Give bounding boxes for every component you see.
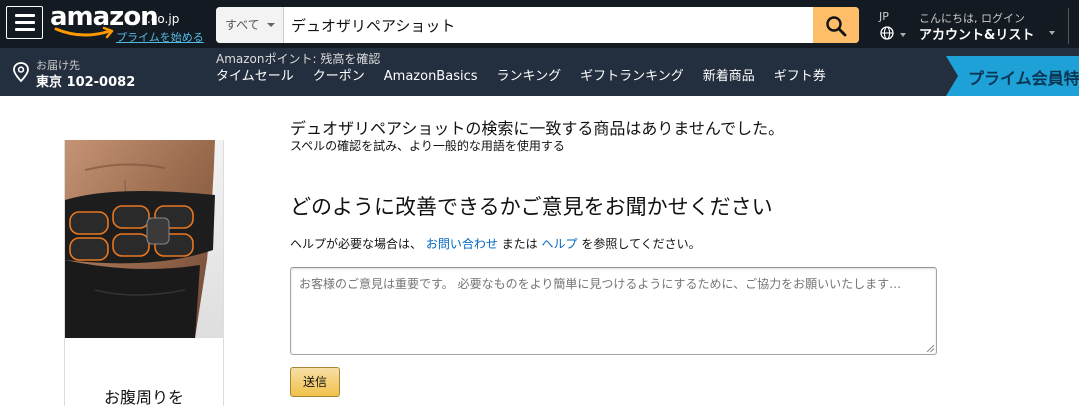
- account-lists-label: アカウント&リスト: [919, 28, 1035, 43]
- no-results-hint: スペルの確認を試み、より一般的な用語を使用する: [290, 139, 565, 153]
- logo-tld: .co.jp: [147, 12, 180, 26]
- caret-down-icon: [900, 33, 906, 37]
- search-icon: [826, 16, 847, 37]
- feedback-textarea[interactable]: [290, 267, 937, 355]
- subnav-link-amazonbasics[interactable]: AmazonBasics: [384, 68, 478, 88]
- help-link[interactable]: ヘルプ: [542, 237, 578, 251]
- feedback-heading: どのように改善できるかご意見をお聞かせください: [290, 195, 773, 219]
- language-selector[interactable]: JP: [878, 10, 914, 42]
- department-label: すべて: [225, 18, 260, 32]
- help-text-middle: または: [497, 237, 542, 251]
- no-results-message: デュオザリペアショットの検索に一致する商品はありませんでした。: [290, 119, 785, 138]
- ems-belt-product-image: [65, 140, 223, 338]
- resize-grip-icon[interactable]: [925, 343, 935, 353]
- submit-feedback-button[interactable]: 送信: [290, 367, 340, 397]
- help-text-prefix: ヘルプが必要な場合は、: [290, 237, 423, 251]
- search-bar: すべて: [216, 7, 859, 43]
- subnav-link-ranking[interactable]: ランキング: [497, 68, 562, 88]
- nav-top-bar: amazon .co.jp プライムを始める すべて JP こんに: [0, 0, 1079, 48]
- amazon-logo[interactable]: amazon .co.jp プライムを始める: [50, 2, 210, 46]
- caret-down-icon: [267, 23, 275, 27]
- delivery-location[interactable]: お届け先 東京 102-0082: [12, 57, 192, 91]
- deliver-to-location: 東京 102-0082: [36, 75, 136, 90]
- menu-icon-bar: [15, 28, 35, 31]
- subnav-link-gift-card[interactable]: ギフト券: [774, 68, 826, 88]
- hamburger-menu-button[interactable]: [6, 6, 43, 39]
- amazon-points-link[interactable]: Amazonポイント: 残高を確認: [216, 50, 380, 67]
- product-caption[interactable]: お腹周りを: [65, 384, 223, 406]
- search-button[interactable]: [813, 7, 859, 43]
- prime-banner[interactable]: プライム会員特: [946, 56, 1079, 96]
- smile-arrow-icon: [54, 26, 114, 39]
- prime-banner-text: プライム会員特: [968, 69, 1079, 88]
- globe-icon: [880, 26, 894, 40]
- subnav-link-new-arrivals[interactable]: 新着商品: [703, 68, 755, 88]
- menu-icon-bar: [15, 21, 35, 24]
- nav-divider: [1068, 8, 1079, 44]
- language-code: JP: [879, 10, 889, 23]
- location-pin-icon: [13, 62, 29, 82]
- search-input[interactable]: [284, 7, 813, 43]
- subnav-link-gift-ranking[interactable]: ギフトランキング: [580, 68, 684, 88]
- search-department-select[interactable]: すべて: [216, 7, 284, 43]
- account-menu[interactable]: こんにちは, ログイン アカウント&リスト: [919, 10, 1059, 43]
- product-image[interactable]: [65, 140, 223, 338]
- help-text: ヘルプが必要な場合は、 お問い合わせ または ヘルプ を参照してください。: [290, 235, 701, 252]
- subnav-link-timesale[interactable]: タイムセール: [216, 68, 294, 88]
- prime-start-link[interactable]: プライムを始める: [116, 29, 204, 45]
- contact-us-link[interactable]: お問い合わせ: [426, 237, 498, 251]
- sponsored-product-card[interactable]: お腹周りを: [64, 140, 224, 406]
- help-text-suffix: を参照してください。: [577, 237, 701, 251]
- subnav-links: タイムセール クーポン AmazonBasics ランキング ギフトランキング …: [216, 68, 845, 88]
- caret-down-icon: [1049, 31, 1055, 35]
- subnav-link-coupon[interactable]: クーポン: [313, 68, 365, 88]
- menu-icon-bar: [15, 14, 35, 17]
